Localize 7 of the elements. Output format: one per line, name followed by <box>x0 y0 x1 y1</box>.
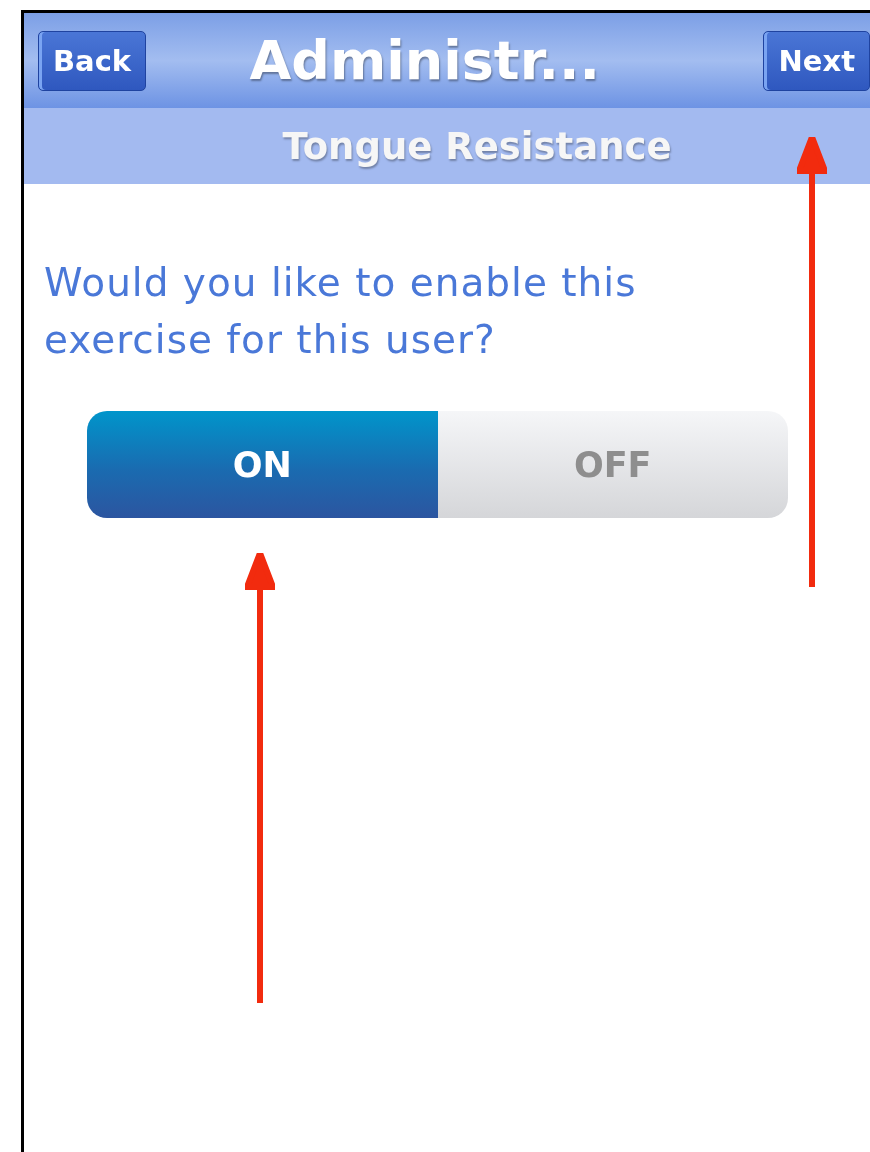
switch-option[interactable]: OFF <box>437 411 788 518</box>
section-title: Tongue Resistance <box>282 124 672 168</box>
screen-title: Administr... <box>249 29 601 92</box>
back-button[interactable]: Back <box>38 30 147 91</box>
switch-option[interactable]: ON <box>87 411 438 518</box>
next-button[interactable]: Next <box>763 30 870 91</box>
question-text: Would you like to enable this exercise for this user? <box>44 259 638 364</box>
